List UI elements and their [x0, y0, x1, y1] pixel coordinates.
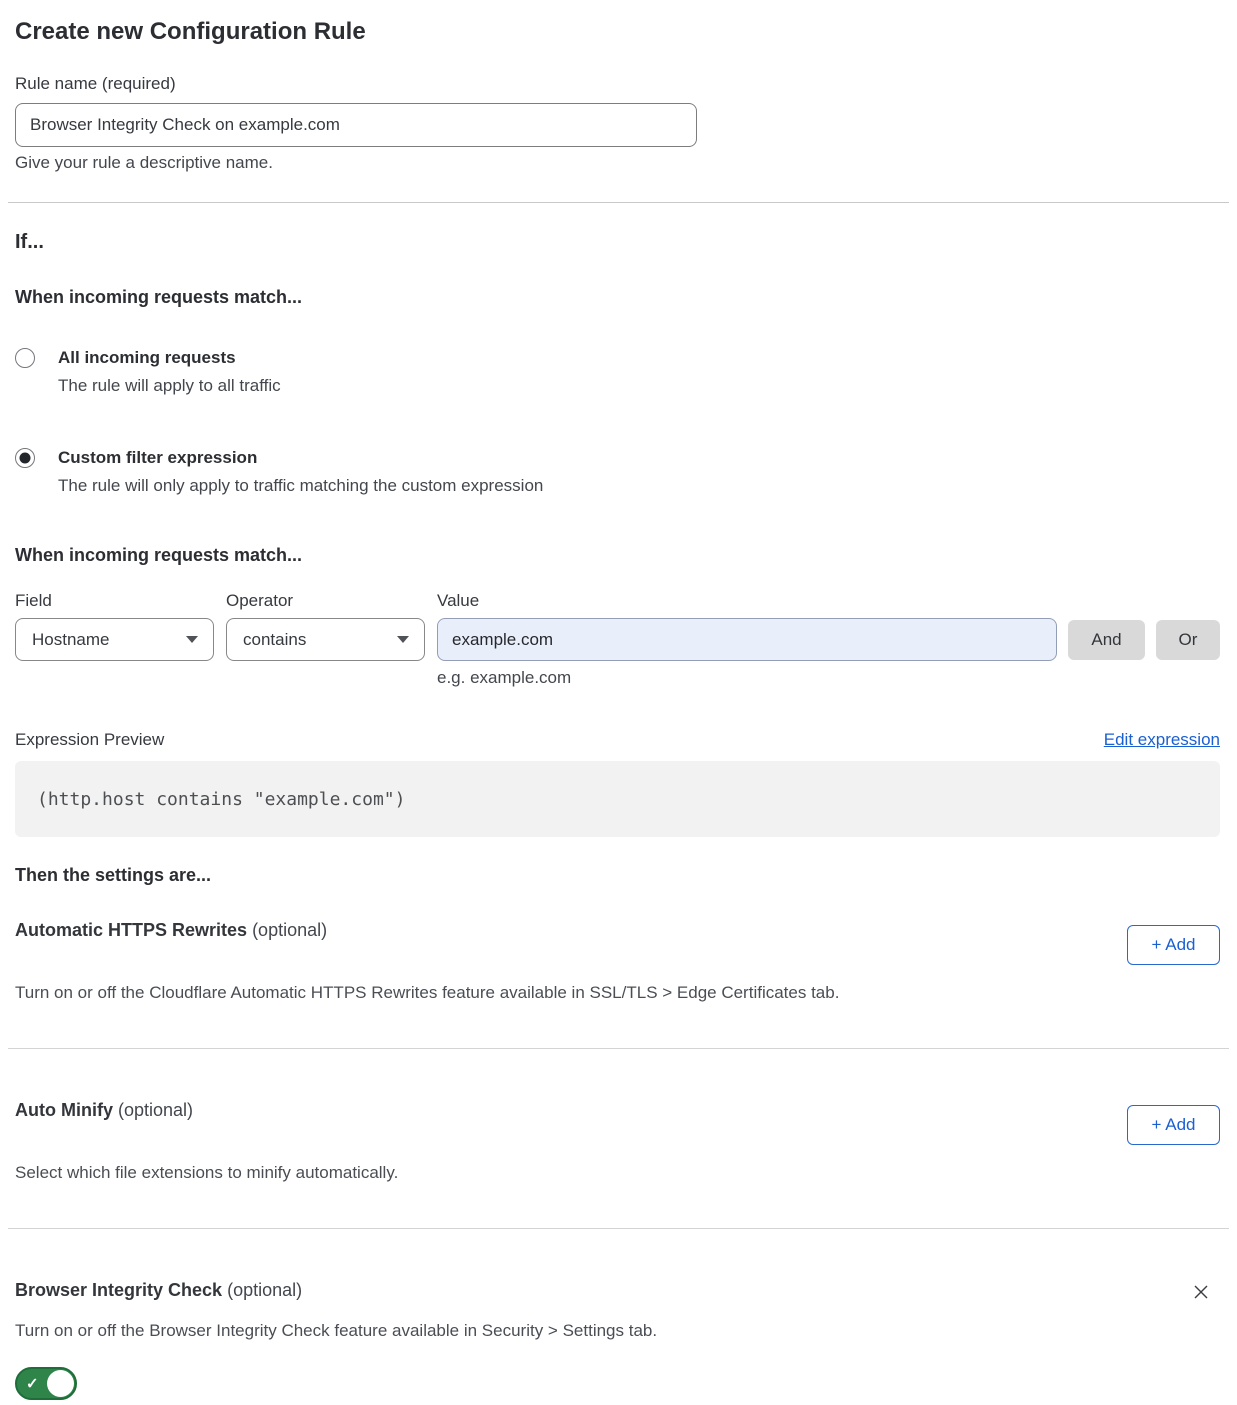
operator-select-value: contains: [243, 630, 306, 650]
if-heading: If...: [15, 229, 1220, 255]
radio-unselected-icon[interactable]: [15, 348, 35, 368]
rule-name-helper: Give your rule a descriptive name.: [15, 153, 1220, 173]
value-label: Value: [437, 591, 1057, 611]
field-select-value: Hostname: [32, 630, 109, 650]
operator-label: Operator: [226, 591, 437, 611]
radio-option-custom-filter[interactable]: Custom filter expression The rule will o…: [15, 448, 1220, 496]
setting-description: Turn on or off the Browser Integrity Che…: [15, 1320, 975, 1342]
browser-integrity-check-toggle[interactable]: ✓: [15, 1367, 77, 1400]
chevron-down-icon: [397, 636, 409, 643]
section-divider: [8, 202, 1229, 203]
add-button[interactable]: + Add: [1127, 925, 1220, 965]
expression-preview-code: (http.host contains "example.com"): [15, 761, 1220, 837]
setting-divider: [8, 1228, 1229, 1229]
setting-title: Automatic HTTPS Rewrites: [15, 920, 247, 940]
toggle-knob[interactable]: [47, 1370, 74, 1397]
setting-title: Browser Integrity Check: [15, 1280, 222, 1300]
setting-browser-integrity-check: Browser Integrity Check (optional) Turn …: [15, 1279, 1220, 1405]
expression-code-text: (http.host contains "example.com"): [37, 789, 405, 810]
field-select[interactable]: Hostname: [15, 618, 214, 661]
radio-label: All incoming requests: [58, 348, 281, 368]
edit-expression-link[interactable]: Edit expression: [1104, 730, 1220, 750]
radio-label: Custom filter expression: [58, 448, 543, 468]
page-title: Create new Configuration Rule: [15, 16, 1220, 48]
or-button[interactable]: Or: [1156, 620, 1220, 660]
value-helper: e.g. example.com: [437, 668, 1220, 688]
radio-description: The rule will only apply to traffic matc…: [58, 476, 543, 496]
setting-description: Turn on or off the Cloudflare Automatic …: [15, 982, 975, 1004]
setting-title: Auto Minify: [15, 1100, 113, 1120]
chevron-down-icon: [186, 636, 198, 643]
operator-select[interactable]: contains: [226, 618, 425, 661]
setting-optional-tag: (optional): [118, 1100, 193, 1120]
builder-heading: When incoming requests match...: [15, 544, 1220, 566]
setting-auto-minify: Auto Minify (optional) + Add Select whic…: [15, 1099, 1220, 1184]
radio-selected-icon[interactable]: [15, 448, 35, 468]
setting-divider: [8, 1048, 1229, 1049]
rule-name-label: Rule name (required): [15, 74, 1220, 94]
field-label: Field: [15, 591, 226, 611]
value-input[interactable]: [437, 618, 1057, 661]
then-heading: Then the settings are...: [15, 864, 1220, 886]
setting-optional-tag: (optional): [252, 920, 327, 940]
setting-description: Select which file extensions to minify a…: [15, 1162, 975, 1184]
expression-preview-label: Expression Preview: [15, 730, 164, 750]
add-button[interactable]: + Add: [1127, 1105, 1220, 1145]
rule-name-input[interactable]: [15, 103, 697, 147]
match-heading: When incoming requests match...: [15, 286, 1220, 308]
setting-automatic-https-rewrites: Automatic HTTPS Rewrites (optional) + Ad…: [15, 919, 1220, 1004]
radio-description: The rule will apply to all traffic: [58, 376, 281, 396]
setting-optional-tag: (optional): [227, 1280, 302, 1300]
close-icon[interactable]: [1190, 1281, 1212, 1303]
check-icon: ✓: [26, 1376, 39, 1391]
radio-option-all-requests[interactable]: All incoming requests The rule will appl…: [15, 348, 1220, 396]
and-button[interactable]: And: [1068, 620, 1145, 660]
